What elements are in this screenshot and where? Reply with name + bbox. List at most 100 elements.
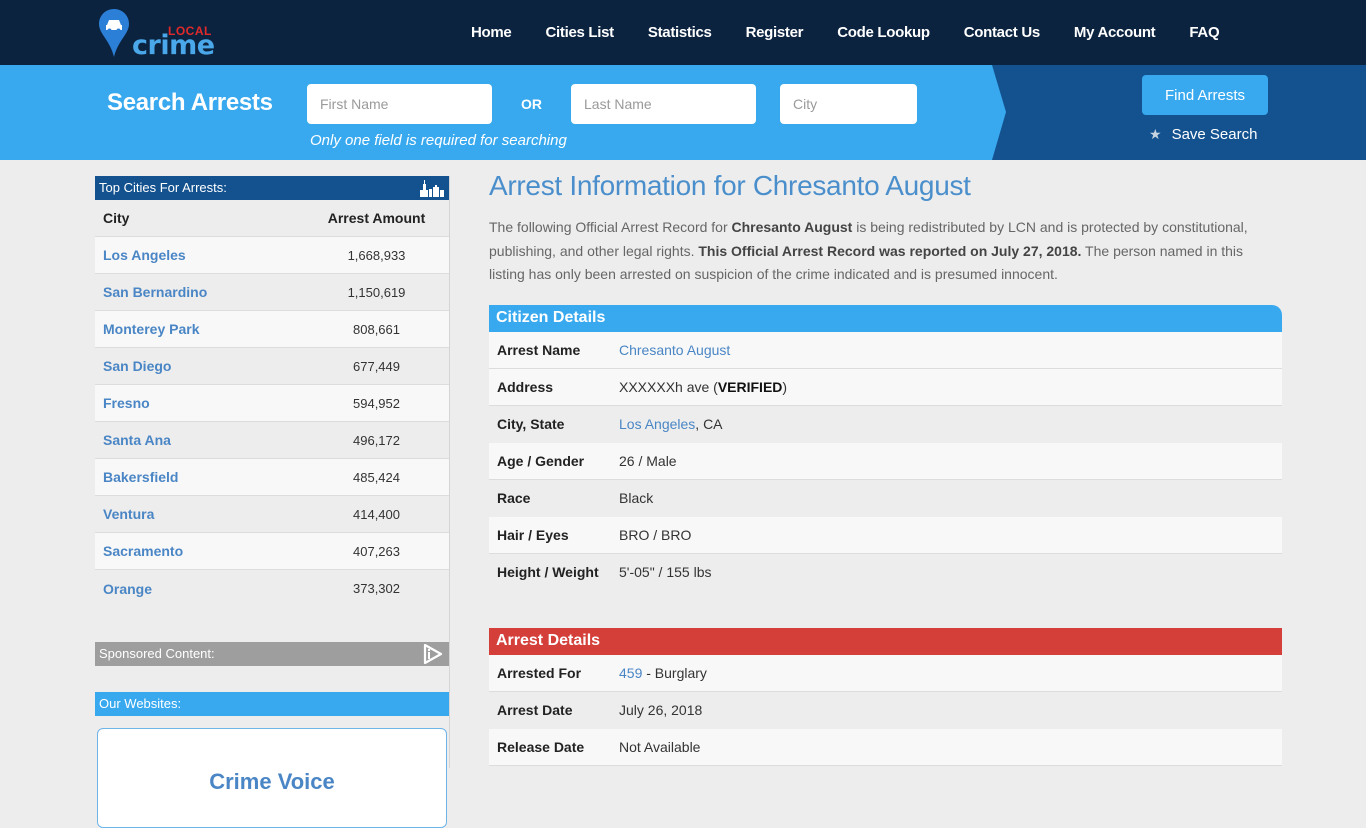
detail-label: Arrest Date — [497, 701, 573, 718]
city-row: Sacramento 407,263 — [95, 533, 449, 570]
city-amount: 1,150,619 — [347, 284, 406, 300]
find-arrests-button[interactable]: Find Arrests — [1142, 75, 1268, 115]
city-link[interactable]: San Bernardino — [95, 284, 304, 300]
cities-table: Los Angeles 1,668,933 San Bernardino 1,150… — [95, 237, 449, 607]
detail-row-arrest-name: Arrest Name Chresanto August — [489, 331, 1282, 369]
address-text: XXXXXXh ave ( — [619, 378, 718, 395]
detail-label: City, State — [497, 415, 565, 432]
ad-choices-play-icon[interactable] — [419, 644, 445, 664]
city-amount: 407,263 — [353, 543, 400, 559]
detail-label: Release Date — [497, 738, 585, 755]
page-title: Arrest Information for Chresanto August — [489, 170, 971, 201]
detail-value: 5'-05" / 155 lbs — [619, 563, 712, 580]
intro-reported-date: This Official Arrest Record was reported… — [698, 242, 1082, 259]
nav-code-lookup[interactable]: Code Lookup — [837, 24, 930, 41]
arrest-name-link[interactable]: Chresanto August — [619, 342, 730, 358]
city-input[interactable] — [780, 84, 917, 124]
city-amount: 808,661 — [353, 321, 400, 337]
city-amount: 485,424 — [353, 469, 400, 485]
detail-row-height-weight: Height / Weight 5'-05" / 155 lbs — [489, 553, 1282, 591]
site-logo[interactable]: LOCAL crime news — [98, 8, 298, 92]
map-pin-car-icon — [99, 9, 129, 57]
or-label: OR — [521, 96, 542, 112]
city-row: Santa Ana 496,172 — [95, 422, 449, 459]
city-row: Bakersfield 485,424 — [95, 459, 449, 496]
detail-row-address: Address XXXXXXh ave (VERIFIED) — [489, 368, 1282, 406]
website-card-crime-voice[interactable]: Crime Voice — [97, 728, 447, 828]
city-link[interactable]: Fresno — [95, 395, 304, 411]
detail-label: Address — [497, 378, 554, 395]
nav-home[interactable]: Home — [471, 24, 512, 41]
verified-badge: VERIFIED — [717, 378, 783, 395]
cities-table-header: City Arrest Amount — [95, 200, 449, 237]
city-link[interactable]: Bakersfield — [95, 469, 304, 485]
chevron-divider-shape — [986, 65, 1006, 160]
our-websites-header: Our Websites: — [95, 692, 449, 716]
charge-code-link[interactable]: 459 — [619, 665, 642, 681]
detail-label: Arrest Name — [497, 341, 581, 358]
nav-my-account[interactable]: My Account — [1074, 24, 1156, 41]
city-link[interactable]: Ventura — [95, 506, 304, 522]
detail-label: Age / Gender — [497, 452, 585, 469]
city-link[interactable]: Santa Ana — [95, 432, 304, 448]
col-city: City — [103, 210, 130, 226]
detail-row-hair-eyes: Hair / Eyes BRO / BRO — [489, 516, 1282, 554]
detail-label: Race — [497, 489, 531, 506]
main-nav: Home Cities List Statistics Register Cod… — [454, 0, 1236, 65]
city-link[interactable]: Los Angeles — [95, 247, 304, 263]
state-text: , CA — [695, 415, 723, 432]
detail-row-arrest-date: Arrest Date July 26, 2018 — [489, 691, 1282, 729]
col-arrest-amount: Arrest Amount — [327, 210, 426, 226]
sidebar-divider — [449, 176, 450, 768]
city-amount: 496,172 — [353, 432, 400, 448]
city-row: Fresno 594,952 — [95, 385, 449, 422]
city-link[interactable]: Los Angeles — [619, 416, 695, 432]
city-row: San Diego 677,449 — [95, 348, 449, 385]
city-link[interactable]: San Diego — [95, 358, 304, 374]
search-hint: Only one field is required for searching — [310, 132, 567, 149]
detail-value: Black — [619, 489, 654, 506]
last-name-input[interactable] — [571, 84, 756, 124]
first-name-input[interactable] — [307, 84, 492, 124]
detail-row-race: Race Black — [489, 479, 1282, 517]
detail-value: July 26, 2018 — [619, 701, 703, 718]
citizen-details-table: Arrest Name Chresanto August Address XXX… — [489, 331, 1282, 591]
detail-value: Not Available — [619, 738, 701, 755]
city-row: San Bernardino 1,150,619 — [95, 274, 449, 311]
sponsored-content-header: Sponsored Content: — [95, 642, 449, 666]
detail-row-city-state: City, State Los Angeles, CA — [489, 405, 1282, 443]
intro-person-name: Chresanto August — [731, 219, 853, 235]
city-skyline-icon — [420, 180, 444, 197]
detail-label: Hair / Eyes — [497, 526, 569, 543]
save-search-label: Save Search — [1171, 126, 1258, 143]
nav-register[interactable]: Register — [746, 24, 804, 41]
nav-faq[interactable]: FAQ — [1189, 24, 1219, 41]
intro-text: The following Official Arrest Record for — [489, 219, 732, 235]
intro-paragraph: The following Official Arrest Record for… — [489, 216, 1282, 287]
nav-statistics[interactable]: Statistics — [648, 24, 712, 41]
detail-row-release-date: Release Date Not Available — [489, 728, 1282, 766]
save-search-link[interactable]: ★ Save Search — [1149, 126, 1257, 143]
address-value: XXXXXXh ave (VERIFIED) — [619, 379, 787, 395]
nav-cities-list[interactable]: Cities List — [545, 24, 614, 41]
top-cities-title: Top Cities For Arrests: — [99, 180, 227, 195]
city-row: Monterey Park 808,661 — [95, 311, 449, 348]
detail-value: 26 / Male — [619, 452, 677, 469]
city-link[interactable]: Sacramento — [95, 543, 304, 559]
city-amount: 373,302 — [353, 581, 400, 596]
city-row: Los Angeles 1,668,933 — [95, 237, 449, 274]
nav-contact-us[interactable]: Contact Us — [964, 24, 1040, 41]
arrest-details-header: Arrest Details — [489, 627, 1282, 655]
charge-text: - Burglary — [642, 664, 707, 681]
city-link[interactable]: Monterey Park — [95, 321, 304, 337]
city-amount: 1,668,933 — [347, 247, 406, 263]
detail-row-arrested-for: Arrested For 459 - Burglary — [489, 654, 1282, 692]
city-row: Orange 373,302 — [95, 570, 449, 607]
city-amount: 677,449 — [353, 358, 400, 374]
main-content: Arrest Information for Chresanto August … — [489, 170, 1282, 766]
city-row: Ventura 414,400 — [95, 496, 449, 533]
detail-label: Height / Weight — [497, 563, 599, 580]
top-cities-header: Top Cities For Arrests: — [95, 176, 449, 200]
detail-value: BRO / BRO — [619, 526, 692, 543]
city-link[interactable]: Orange — [95, 581, 304, 597]
